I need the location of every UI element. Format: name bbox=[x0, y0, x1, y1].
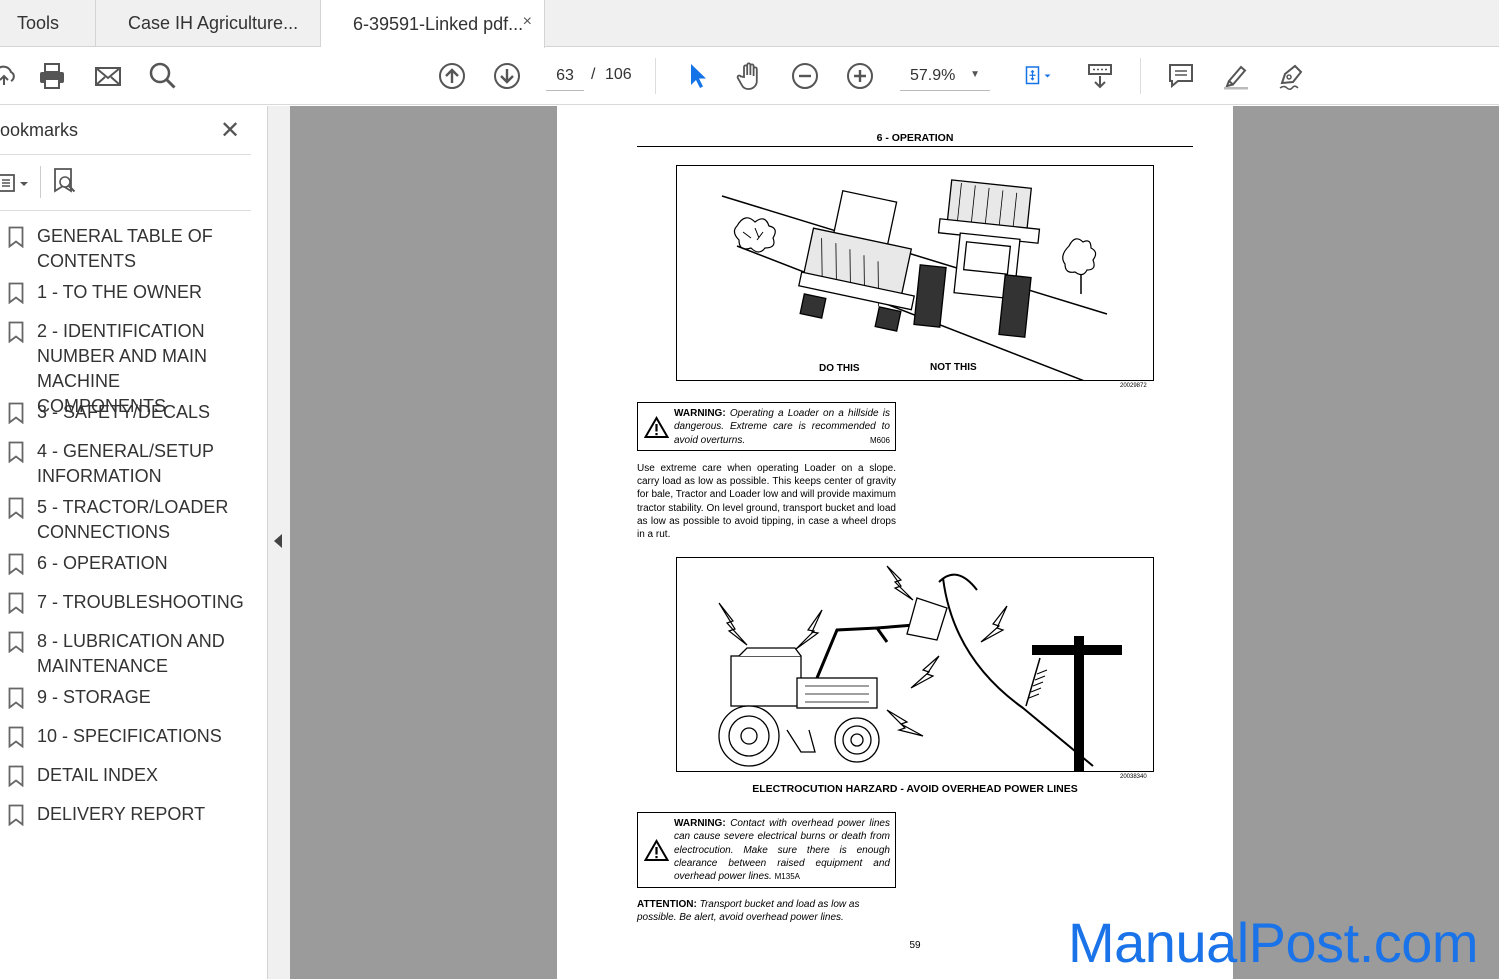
warning-text: WARNING: Operating a Loader on a hillsid… bbox=[674, 407, 890, 447]
hand-tool-icon[interactable] bbox=[732, 58, 768, 94]
zoom-in-icon[interactable] bbox=[842, 58, 878, 94]
zoom-level-value: 57.9% bbox=[910, 66, 956, 84]
warning-box-power-lines: WARNING: Contact with overhead power lin… bbox=[637, 812, 896, 888]
power-line-hazard-figure bbox=[676, 557, 1154, 772]
bookmark-icon bbox=[8, 497, 24, 519]
bookmark-label: DETAIL INDEX bbox=[37, 765, 159, 785]
tab-linked-pdf[interactable]: 6-39591-Linked pdf... × bbox=[321, 0, 545, 48]
figure-code: 20038340 bbox=[1120, 774, 1147, 780]
highlight-pen-icon[interactable] bbox=[1218, 58, 1254, 94]
warning-label: WARNING: bbox=[674, 818, 726, 829]
divider bbox=[0, 210, 251, 211]
previous-page-icon[interactable] bbox=[434, 58, 470, 94]
bookmark-label: 10 - SPECIFICATIONS bbox=[37, 726, 222, 746]
bookmark-label: 3 - SAFETY/DECALS bbox=[37, 402, 211, 422]
page-header: 6 - OPERATION bbox=[876, 132, 954, 144]
select-cursor-icon[interactable] bbox=[678, 58, 714, 94]
bookmark-icon bbox=[8, 765, 24, 787]
bookmark-label: DELIVERY REPORT bbox=[37, 804, 206, 824]
cloud-upload-icon[interactable] bbox=[0, 58, 22, 94]
header-rule bbox=[637, 146, 1193, 147]
pdf-page: 6 - OPERATION DO THIS NOT THIS 20029872 … bbox=[557, 106, 1233, 979]
not-this-label: NOT THIS bbox=[930, 362, 977, 373]
zoom-out-icon[interactable] bbox=[787, 58, 823, 94]
bookmark-label: 6 - OPERATION bbox=[37, 553, 168, 573]
bookmark-icon bbox=[8, 402, 24, 424]
toolbar-divider bbox=[655, 58, 656, 94]
next-page-icon[interactable] bbox=[489, 58, 525, 94]
warning-code: M135A bbox=[774, 872, 800, 882]
hillside-loader-figure: DO THIS NOT THIS bbox=[676, 165, 1154, 381]
zoom-level-select[interactable]: 57.9% ▼ bbox=[900, 61, 990, 91]
divider bbox=[0, 154, 251, 155]
bookmarks-panel: ookmarks ✕ GENERAL TABLE OF CONTENTS 1 -… bbox=[0, 106, 268, 979]
print-icon[interactable] bbox=[34, 58, 70, 94]
page-separator: / bbox=[591, 66, 596, 83]
warning-triangle-icon bbox=[644, 839, 669, 861]
bookmark-icon bbox=[8, 631, 24, 653]
close-tab-icon[interactable]: × bbox=[523, 13, 532, 31]
body-paragraph: Use extreme care when operating Loader o… bbox=[637, 463, 897, 541]
figure-caption: ELECTROCUTION HARZARD - AVOID OVERHEAD P… bbox=[752, 783, 1078, 795]
bookmark-icon bbox=[8, 804, 24, 826]
bookmark-icon bbox=[8, 553, 24, 575]
tab-bar: Tools Case IH Agriculture... 6-39591-Lin… bbox=[0, 0, 1499, 48]
bookmarks-title: ookmarks bbox=[0, 120, 79, 140]
toolbar: 63 / 106 57.9% ▼ bbox=[0, 48, 1499, 105]
search-icon[interactable] bbox=[145, 58, 181, 94]
email-icon[interactable] bbox=[90, 58, 126, 94]
divider bbox=[40, 166, 41, 198]
warning-code: M606 bbox=[869, 435, 890, 445]
tab-case-ih-label: Case IH Agriculture... bbox=[128, 13, 299, 33]
bookmark-label: 5 - TRACTOR/LOADER CONNECTIONS bbox=[37, 497, 229, 542]
bookmark-options-icon[interactable] bbox=[0, 168, 32, 198]
comment-icon[interactable] bbox=[1163, 58, 1199, 94]
tab-tools[interactable]: Tools bbox=[0, 0, 96, 47]
chevron-down-icon: ▼ bbox=[970, 69, 980, 80]
bookmark-icon bbox=[8, 687, 24, 709]
bookmark-label: 7 - TROUBLESHOOTING bbox=[37, 592, 244, 612]
warning-box-hillside: WARNING: Operating a Loader on a hillsid… bbox=[637, 402, 896, 451]
bookmark-label: 1 - TO THE OWNER bbox=[37, 282, 203, 302]
toolbar-divider bbox=[1140, 58, 1141, 94]
warning-text: WARNING: Contact with overhead power lin… bbox=[674, 817, 890, 883]
close-icon[interactable]: ✕ bbox=[220, 116, 240, 145]
page-number-input[interactable]: 63 bbox=[546, 61, 584, 91]
bookmark-label: 4 - GENERAL/SETUP INFORMATION bbox=[37, 441, 214, 486]
fit-page-icon[interactable] bbox=[1012, 58, 1062, 94]
collapse-panel-handle[interactable] bbox=[268, 106, 290, 979]
bookmark-icon bbox=[8, 441, 24, 463]
bookmark-icon bbox=[8, 282, 24, 304]
do-this-label: DO THIS bbox=[819, 363, 860, 374]
figure-code: 20029872 bbox=[1120, 383, 1147, 389]
scroll-mode-icon[interactable] bbox=[1082, 58, 1118, 94]
bookmark-icon bbox=[8, 592, 24, 614]
watermark: ManualPost.com bbox=[1068, 911, 1479, 974]
bookmark-icon bbox=[8, 321, 24, 343]
tab-case-ih[interactable]: Case IH Agriculture... bbox=[96, 0, 321, 47]
page-total: 106 bbox=[605, 66, 632, 83]
attention-label: ATTENTION: bbox=[637, 899, 697, 910]
bookmark-label: 9 - STORAGE bbox=[37, 687, 151, 707]
bookmark-label: GENERAL TABLE OF CONTENTS bbox=[37, 226, 213, 271]
tab-linked-pdf-label: 6-39591-Linked pdf... bbox=[353, 13, 524, 34]
bookmark-icon bbox=[8, 726, 24, 748]
chevron-left-icon bbox=[274, 534, 282, 548]
bookmark-icon bbox=[8, 226, 24, 248]
document-view[interactable]: 6 - OPERATION DO THIS NOT THIS 20029872 … bbox=[290, 106, 1499, 979]
warning-triangle-icon bbox=[644, 416, 669, 438]
warning-label: WARNING: bbox=[674, 408, 726, 419]
attention-note: ATTENTION: Transport bucket and load as … bbox=[637, 898, 896, 924]
sign-icon[interactable] bbox=[1273, 58, 1309, 94]
add-bookmark-icon[interactable] bbox=[52, 166, 80, 198]
tab-tools-label: Tools bbox=[17, 13, 60, 33]
bookmark-label: 8 - LUBRICATION AND MAINTENANCE bbox=[37, 631, 225, 676]
